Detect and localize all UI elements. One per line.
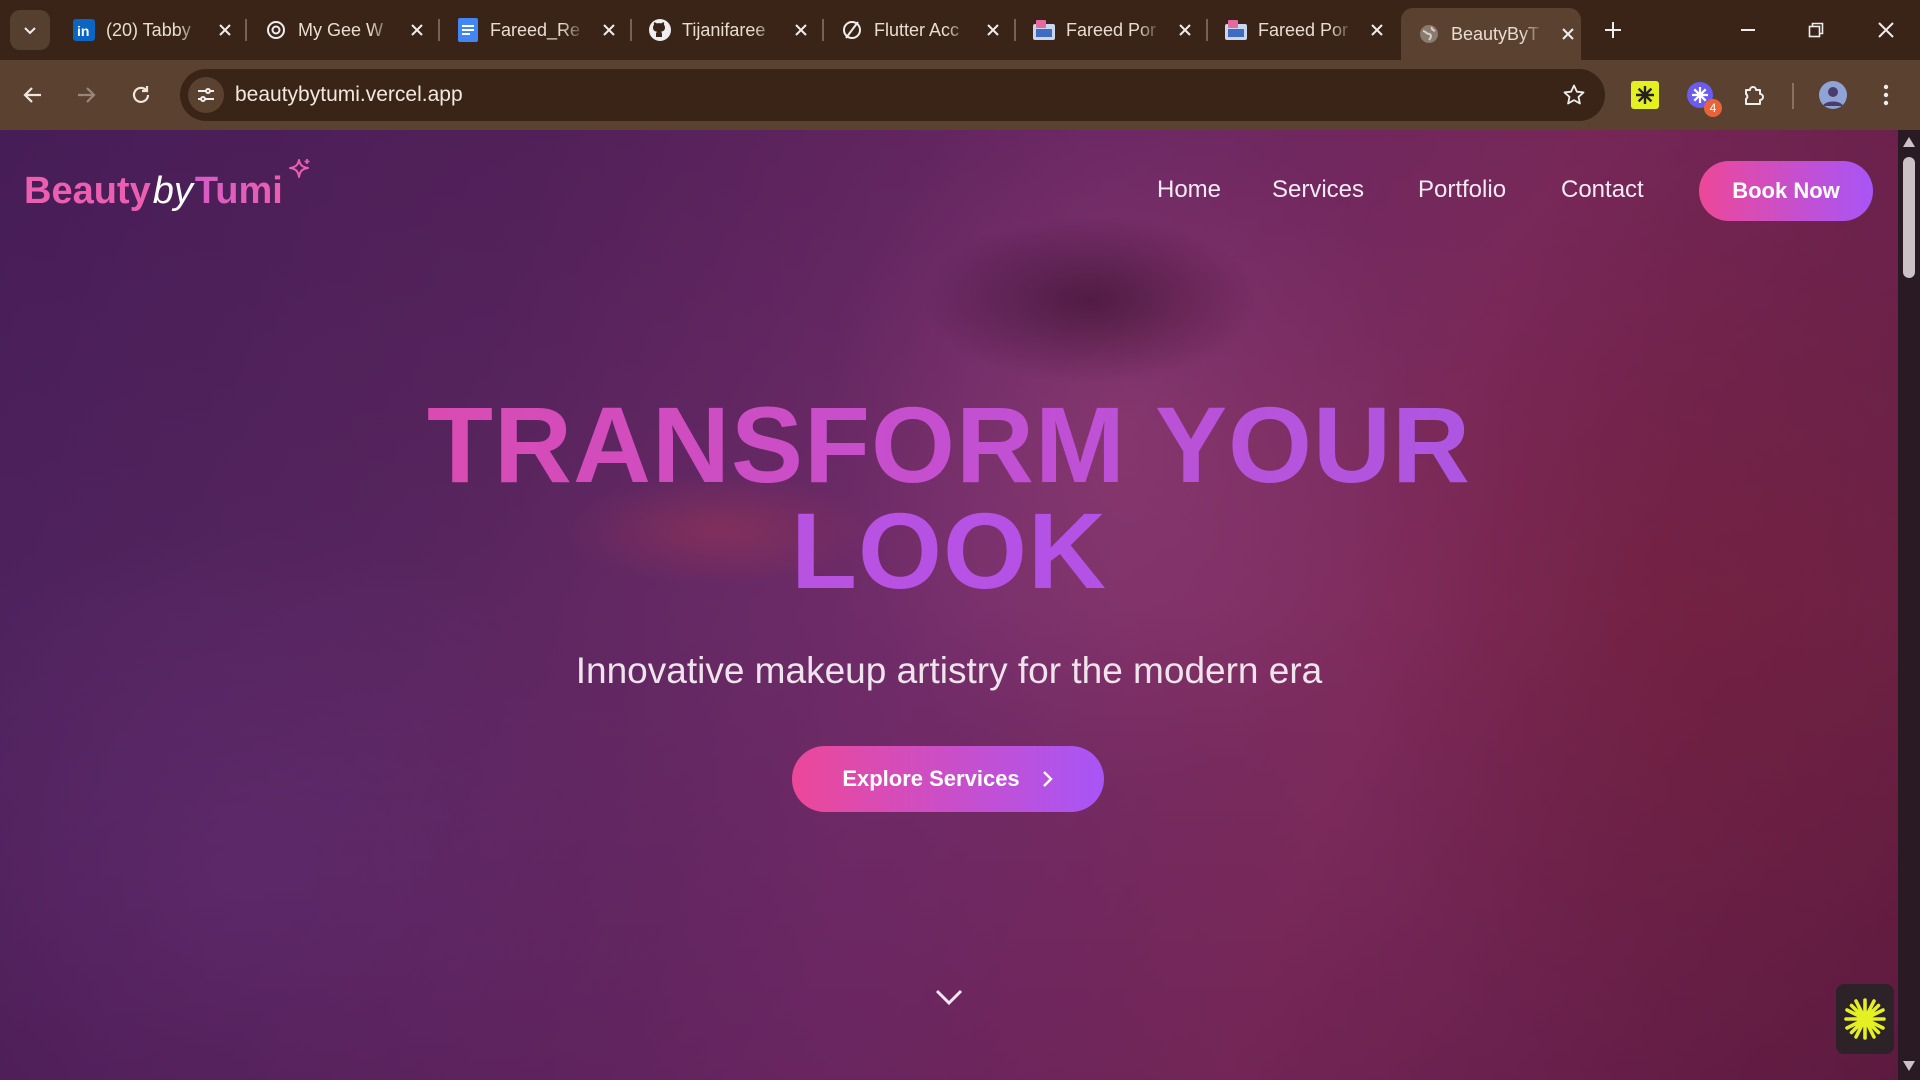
asterisk-icon (1844, 998, 1886, 1040)
kebab-menu-icon (1883, 84, 1889, 106)
globe-icon (1417, 22, 1441, 46)
tab-portfolio-2[interactable]: Fareed Por (1208, 8, 1390, 52)
close-icon[interactable] (212, 17, 238, 43)
headline-line-2: LOOK (0, 497, 1898, 605)
arrow-left-icon (23, 87, 41, 103)
docs-icon (456, 18, 480, 42)
sparkle-icon (289, 159, 310, 178)
scroll-up-icon[interactable] (1902, 136, 1916, 148)
tab-search-button[interactable] (10, 10, 50, 50)
chevron-right-icon (1042, 771, 1053, 787)
tab-title: Tijanifaree (682, 19, 766, 40)
close-window-button[interactable] (1866, 10, 1906, 50)
tab-github[interactable]: Tijanifaree (632, 8, 814, 52)
nav-contact[interactable]: Contact (1561, 176, 1644, 204)
tab-title: (20) Tabby (106, 19, 191, 40)
scrollbar-thumb[interactable] (1903, 157, 1915, 278)
chevron-down-icon (24, 27, 36, 35)
slash-circle-icon (840, 18, 864, 42)
tab-strip: in (20) Tabby My Gee W Fareed_Re Tijanif… (0, 0, 1920, 60)
headline-line-1: TRANSFORM YOUR (0, 391, 1898, 499)
arrow-right-icon (78, 87, 96, 103)
tab-divider (245, 19, 247, 41)
forward-button[interactable] (68, 77, 104, 113)
close-icon[interactable] (404, 17, 430, 43)
tune-icon (198, 88, 214, 102)
portfolio-icon (1224, 18, 1248, 42)
page-scrollbar[interactable] (1898, 130, 1920, 1080)
reload-button[interactable] (123, 77, 159, 113)
hero-subtitle: Innovative makeup artistry for the moder… (575, 650, 1323, 691)
extension-yellow[interactable] (1627, 77, 1663, 113)
tab-chatgpt[interactable]: My Gee W (248, 8, 430, 52)
tab-title: BeautyByT (1451, 23, 1540, 44)
close-icon[interactable] (1364, 17, 1390, 43)
plus-icon (1605, 22, 1621, 38)
restore-button[interactable] (1796, 10, 1836, 50)
asterisk-icon (1631, 81, 1659, 109)
address-bar[interactable]: beautybytumi.vercel.app (180, 69, 1605, 121)
toolbar-divider (1792, 83, 1794, 109)
close-icon[interactable] (1172, 17, 1198, 43)
linkedin-icon: in (72, 18, 96, 42)
close-icon (1878, 22, 1894, 38)
minimize-icon (1741, 29, 1755, 31)
new-tab-button[interactable] (1597, 14, 1629, 46)
tab-beautybytumi[interactable]: BeautyByT (1401, 8, 1581, 60)
nav-services[interactable]: Services (1272, 176, 1364, 204)
extensions-button[interactable] (1736, 77, 1772, 113)
floating-widget-button[interactable] (1836, 984, 1894, 1054)
reload-icon (132, 86, 150, 103)
close-icon[interactable] (1555, 21, 1581, 47)
profile-avatar[interactable] (1815, 77, 1851, 113)
browser-menu-button[interactable] (1868, 77, 1904, 113)
close-icon[interactable] (596, 17, 622, 43)
tab-title: Fareed_Re (490, 19, 581, 40)
svg-text:in: in (77, 23, 89, 39)
book-now-button[interactable]: Book Now (1699, 161, 1873, 221)
nav-portfolio[interactable]: Portfolio (1418, 176, 1506, 204)
hero-section: BeautybyTumi Home Services Portfolio Con… (0, 130, 1898, 1080)
browser-toolbar: beautybytumi.vercel.app 4 (0, 60, 1920, 130)
logo-beauty: Beauty (24, 170, 151, 212)
hero-headline: TRANSFORM YOUR LOOK (0, 391, 1898, 605)
tab-linkedin[interactable]: in (20) Tabby (56, 8, 238, 52)
bookmark-button[interactable] (1561, 82, 1587, 108)
avatar-icon (1819, 81, 1847, 109)
portfolio-icon (1032, 18, 1056, 42)
nav-home[interactable]: Home (1157, 176, 1221, 204)
tab-portfolio[interactable]: Fareed Por (1016, 8, 1198, 52)
close-icon[interactable] (788, 17, 814, 43)
logo-tumi: Tumi (194, 170, 283, 212)
github-icon (648, 18, 672, 42)
tab-title: Fareed Por (1258, 19, 1349, 40)
explore-services-button[interactable]: Explore Services (792, 746, 1104, 812)
restore-icon (1808, 22, 1824, 38)
puzzle-icon (1745, 86, 1764, 105)
extension-badge: 4 (1704, 99, 1722, 117)
site-info-button[interactable] (188, 77, 224, 113)
tab-flutter[interactable]: Flutter Acc (824, 8, 1006, 52)
extension-purple[interactable]: 4 (1682, 77, 1722, 117)
tab-docs[interactable]: Fareed_Re (440, 8, 622, 52)
minimize-button[interactable] (1728, 10, 1768, 50)
chevron-down-icon[interactable] (933, 985, 965, 1009)
back-button[interactable] (15, 77, 51, 113)
tab-title: My Gee W (298, 19, 384, 40)
scroll-down-icon[interactable] (1902, 1060, 1916, 1072)
logo-by: by (152, 170, 193, 212)
close-icon[interactable] (980, 17, 1006, 43)
explore-services-label: Explore Services (842, 766, 1020, 791)
tab-title: Flutter Acc (874, 19, 960, 40)
url-text[interactable]: beautybytumi.vercel.app (235, 83, 463, 107)
star-icon (1563, 84, 1585, 105)
openai-icon (264, 18, 288, 42)
site-logo[interactable]: BeautybyTumi (24, 170, 283, 213)
tab-title: Fareed Por (1066, 19, 1157, 40)
